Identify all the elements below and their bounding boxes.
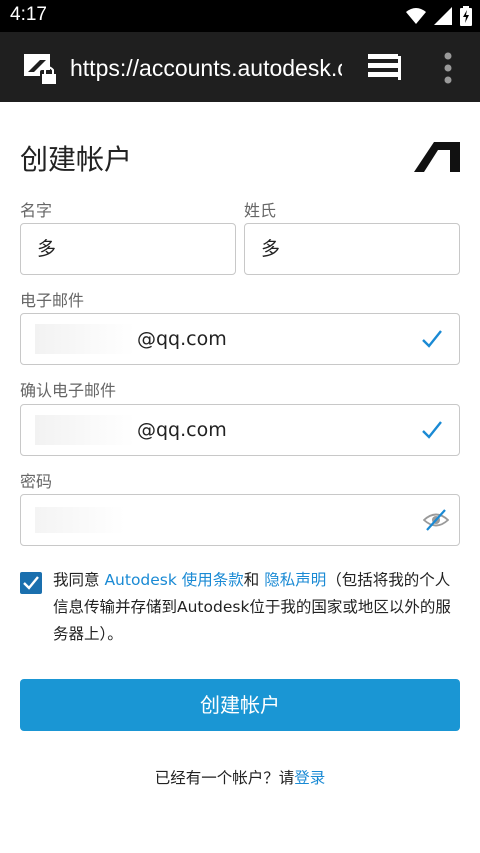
signin-link[interactable]: 登录 [294, 769, 325, 787]
battery-charging-icon [460, 6, 472, 26]
status-time: 4:17 [10, 4, 47, 25]
status-bar: 4:17 [0, 0, 480, 32]
lock-icon[interactable] [22, 52, 60, 86]
signal-icon [434, 7, 452, 25]
url-text[interactable]: https://accounts.autodesk.com [70, 52, 342, 84]
first-name-label: 名字 [20, 201, 53, 220]
email-input[interactable]: @qq.com [20, 313, 460, 365]
confirm-email-label: 确认电子邮件 [20, 381, 117, 400]
checkbox-check-icon [23, 576, 39, 590]
consent-checkbox[interactable] [20, 572, 42, 594]
confirm-email-prefix-redacted [35, 415, 135, 445]
email-prefix-redacted [35, 324, 135, 354]
consent-part2: 和 [243, 571, 265, 589]
create-account-button[interactable]: 创建帐户 [20, 679, 460, 731]
autodesk-logo-icon [414, 142, 460, 172]
privacy-statement-link[interactable]: 隐私声明 [264, 571, 326, 589]
signin-row: 已经有一个帐户？请登录 [0, 766, 480, 788]
tabs-icon[interactable] [366, 52, 402, 82]
consent-text: 我同意 Autodesk 使用条款和 隐私声明（包括将我的个人信息传输并存储到A… [53, 567, 463, 648]
terms-of-use-link[interactable]: Autodesk 使用条款 [104, 571, 243, 589]
first-name-input[interactable]: 多 [20, 223, 236, 275]
email-domain: @qq.com [137, 328, 227, 350]
signup-form: 创建帐户 名字 多 姓氏 多 电子邮件 @qq.com 确认电子邮件 @qq.c… [0, 102, 480, 853]
password-input[interactable] [20, 494, 460, 546]
password-label: 密码 [20, 472, 53, 491]
check-icon [422, 421, 442, 439]
status-icons [406, 6, 472, 26]
wifi-icon [406, 8, 426, 24]
page-title: 创建帐户 [20, 143, 133, 176]
last-name-label: 姓氏 [244, 201, 277, 220]
email-label: 电子邮件 [20, 291, 85, 310]
check-icon [422, 330, 442, 348]
password-value-redacted [35, 507, 125, 533]
eye-hidden-icon[interactable] [423, 507, 449, 533]
confirm-email-domain: @qq.com [137, 419, 227, 441]
confirm-email-input[interactable]: @qq.com [20, 404, 460, 456]
last-name-input[interactable]: 多 [244, 223, 460, 275]
consent-part1: 我同意 [53, 571, 105, 589]
overflow-menu-icon[interactable] [440, 50, 456, 86]
browser-url-bar: https://accounts.autodesk.com [0, 32, 480, 102]
signin-prompt: 已经有一个帐户？请 [154, 769, 295, 787]
